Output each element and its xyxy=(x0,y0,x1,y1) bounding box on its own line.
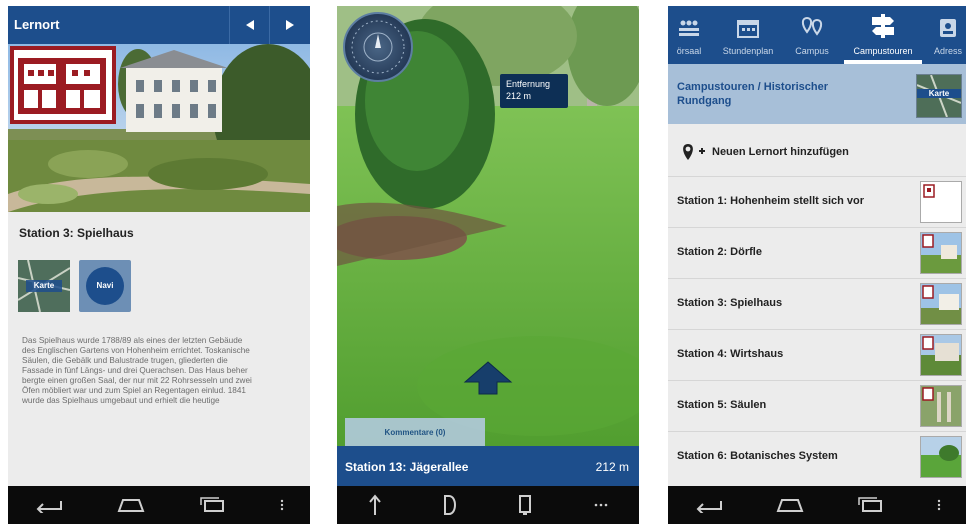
station-thumbnail xyxy=(920,334,962,376)
android-nav-bar xyxy=(8,486,310,524)
station-bar: Station 13: Jägerallee 212 m xyxy=(337,446,639,486)
station-label: Station 6: Botanisches System xyxy=(677,450,838,462)
station-thumbnail xyxy=(920,385,962,427)
station-label: Station 4: Wirtshaus xyxy=(677,348,784,360)
turn-up-arrow-icon[interactable] xyxy=(368,494,382,516)
station-thumbnail xyxy=(920,283,962,325)
home-icon[interactable] xyxy=(774,497,806,513)
arrow-right-icon xyxy=(286,20,294,30)
station-row-4[interactable]: Station 4: Wirtshaus xyxy=(668,329,966,380)
next-button[interactable] xyxy=(269,6,310,44)
tab-label: örsaal xyxy=(676,46,702,56)
station-title: Station 3: Spielhaus xyxy=(19,226,134,240)
tab-label: Stundenplan xyxy=(722,46,774,56)
back-icon[interactable] xyxy=(693,497,725,513)
station-name: Station 13: Jägerallee xyxy=(345,460,469,474)
add-location-row[interactable]: Neuen Lernort hinzufügen xyxy=(668,128,966,174)
tab-label: Adress xyxy=(933,46,962,56)
station-label: Station 1: Hohenheim stellt sich vor xyxy=(677,195,865,207)
app-bar: Lernort xyxy=(8,6,310,44)
tab-campustouren[interactable]: Campustouren xyxy=(840,6,926,64)
station-label: Station 5: Säulen xyxy=(677,399,767,411)
phone-campustouren-list: örsaal Stundenplan Campus Campustouren A… xyxy=(668,6,966,524)
recent-apps-icon[interactable] xyxy=(855,497,887,513)
tab-label: Campus xyxy=(795,46,829,56)
tab-hoersaal[interactable]: örsaal xyxy=(668,6,710,64)
screen-title: Lernort xyxy=(14,17,60,32)
signpost-icon xyxy=(872,14,894,38)
station-row-3[interactable]: Station 3: Spielhaus xyxy=(668,278,966,329)
overflow-menu-icon[interactable] xyxy=(936,497,942,513)
station-description: Das Spielhaus wurde 1788/89 als eines de… xyxy=(22,336,252,405)
lecture-hall-icon xyxy=(679,20,699,36)
map-pins-icon xyxy=(801,16,823,36)
station-distance: 212 m xyxy=(595,460,629,474)
map-thumbnail-label: Karte xyxy=(917,89,961,98)
tab-label: Campustouren xyxy=(853,46,913,56)
station-row-2[interactable]: Station 2: Dörfle xyxy=(668,227,966,278)
phone-lernort-detail: Lernort Station 3: Spielhaus Karte Navi … xyxy=(8,6,310,524)
tab-adressen[interactable]: Adress xyxy=(928,6,966,64)
previous-button[interactable] xyxy=(229,6,270,44)
station-row-5[interactable]: Station 5: Säulen xyxy=(668,380,966,431)
station-thumbnail xyxy=(920,436,962,478)
tab-stundenplan[interactable]: Stundenplan xyxy=(712,6,784,64)
android-nav-bar xyxy=(668,486,966,524)
direction-arrow-icon xyxy=(463,361,513,395)
home-icon[interactable] xyxy=(115,497,147,513)
distance-value: 212 m xyxy=(506,91,532,101)
phone-outline-icon[interactable] xyxy=(518,494,532,516)
add-pin-icon xyxy=(683,144,705,160)
arrow-left-icon xyxy=(246,20,254,30)
station-thumbnail xyxy=(920,181,962,223)
comments-button[interactable]: Kommentare (0) xyxy=(345,418,485,446)
tab-campus[interactable]: Campus xyxy=(786,6,838,64)
station-photo xyxy=(8,44,310,212)
breadcrumb-text: Campustouren / Historischer Rundgang xyxy=(677,81,828,107)
station-row-1[interactable]: Station 1: Hohenheim stellt sich vor xyxy=(668,176,966,227)
distance-tooltip: Entfernung 212 m xyxy=(500,74,568,108)
breadcrumb: Campustouren / Historischer Rundgang Kar… xyxy=(668,64,966,124)
distance-label: Entfernung xyxy=(506,79,551,89)
tab-bar: örsaal Stundenplan Campus Campustouren A… xyxy=(668,6,966,64)
phone-ar-navigation: Entfernung 212 m Kommentare (0) Station … xyxy=(337,6,639,524)
university-logo xyxy=(10,46,116,124)
android-nav-bar xyxy=(337,486,639,524)
d-shape-icon[interactable] xyxy=(443,494,457,516)
overflow-menu-icon[interactable] xyxy=(593,502,609,508)
map-thumbnail-button[interactable]: Karte xyxy=(916,74,962,118)
station-row-6[interactable]: Station 6: Botanisches System xyxy=(668,431,966,482)
add-location-label: Neuen Lernort hinzufügen xyxy=(712,146,849,158)
map-tile-button[interactable]: Karte xyxy=(17,259,71,313)
overflow-menu-icon[interactable] xyxy=(279,497,285,513)
station-thumbnail xyxy=(920,232,962,274)
station-label: Station 3: Spielhaus xyxy=(677,297,783,309)
compass-radar xyxy=(343,12,413,82)
navi-button[interactable]: Navi xyxy=(79,260,131,312)
map-tile-label: Karte xyxy=(33,281,55,290)
contact-icon xyxy=(940,19,956,37)
back-icon[interactable] xyxy=(33,497,65,513)
navi-label: Navi xyxy=(96,281,114,290)
recent-apps-icon[interactable] xyxy=(197,497,229,513)
calendar-icon xyxy=(737,20,759,38)
station-label: Station 2: Dörfle xyxy=(677,246,762,258)
station-list: Station 1: Hohenheim stellt sich vor Sta… xyxy=(668,176,966,482)
